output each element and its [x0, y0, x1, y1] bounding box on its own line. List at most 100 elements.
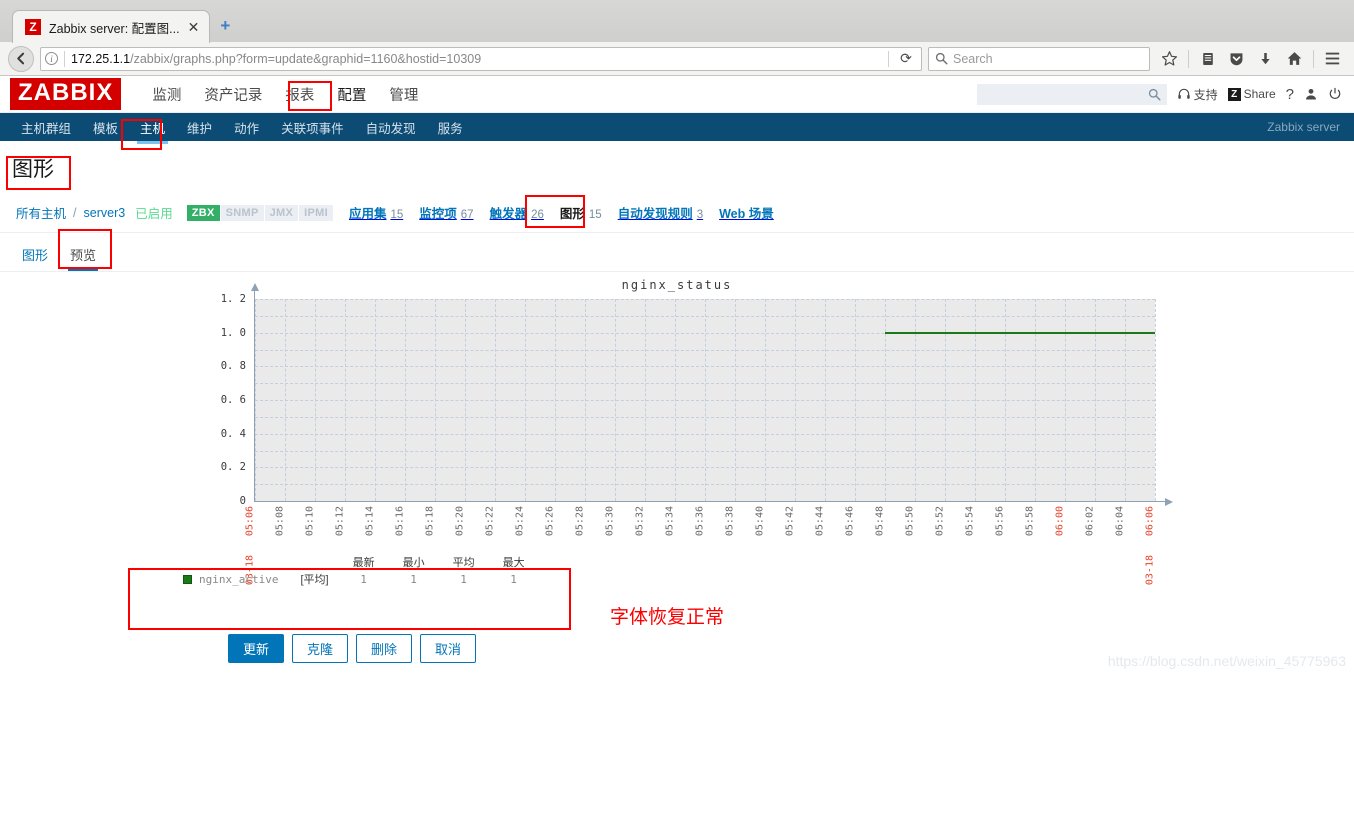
zabbix-logo[interactable]: ZABBIX: [10, 78, 122, 110]
y-tick-label: 1. 0: [220, 326, 246, 339]
power-icon[interactable]: [1328, 87, 1342, 101]
nav-item-monitoring[interactable]: 监测: [141, 76, 192, 113]
nav-item-inventory[interactable]: 资产记录: [193, 76, 273, 113]
x-tick-label: 05:24: [514, 506, 526, 537]
nav-item-configuration[interactable]: 配置: [326, 76, 377, 113]
reload-icon[interactable]: ⟳: [895, 48, 917, 70]
download-icon[interactable]: [1252, 46, 1279, 72]
help-link[interactable]: ?: [1286, 86, 1294, 103]
form-tabs: 图形 预览: [0, 233, 1354, 272]
x-tick-label: 05:38: [724, 506, 736, 537]
breadcrumb-host[interactable]: server3: [80, 204, 130, 222]
subnav-item-templates[interactable]: 模板: [82, 112, 129, 143]
subnav-item-discovery[interactable]: 自动发现: [355, 112, 427, 143]
close-icon[interactable]: ✕: [188, 20, 200, 34]
breadcrumb-discovery-rules[interactable]: 自动发现规则 3: [610, 201, 711, 224]
legend-color-swatch-icon: [183, 575, 192, 584]
zabbix-share-badge-icon: Z: [1227, 87, 1241, 101]
tab-preview[interactable]: 预览: [60, 241, 106, 271]
browser-search-placeholder: Search: [953, 51, 993, 66]
home-icon[interactable]: [1281, 46, 1308, 72]
x-tick-label: 05:58: [1024, 506, 1036, 537]
bookmark-star-icon[interactable]: [1156, 46, 1183, 72]
subnav-item-correlation[interactable]: 关联项事件: [270, 112, 355, 143]
x-axis-date-label: 03-18: [1144, 555, 1156, 586]
legend-series-name-cell: nginx_active: [183, 571, 278, 587]
x-tick-label: 05:36: [694, 506, 706, 537]
user-icon[interactable]: [1304, 87, 1318, 101]
menu-icon[interactable]: [1319, 46, 1346, 72]
gridline-vertical: [1095, 299, 1096, 501]
gridline-vertical: [315, 299, 316, 501]
subnav-item-actions[interactable]: 动作: [223, 112, 270, 143]
x-tick-label: 05:14: [364, 506, 376, 537]
update-button[interactable]: 更新: [228, 634, 285, 663]
gridline-vertical: [795, 299, 796, 501]
clone-button[interactable]: 克隆: [292, 634, 349, 663]
share-label: Share: [1243, 87, 1276, 101]
share-link[interactable]: Z Share: [1227, 87, 1276, 101]
nav-item-administration[interactable]: 管理: [378, 76, 429, 113]
tab-graph[interactable]: 图形: [12, 241, 58, 271]
url-bar[interactable]: i 172.25.1.1/zabbix/graphs.php?form=upda…: [40, 46, 922, 71]
breadcrumb-web-scenarios[interactable]: Web 场景: [711, 201, 786, 224]
pocket-shield-icon[interactable]: [1223, 46, 1250, 72]
gridline-vertical: [885, 299, 886, 501]
breadcrumb-items[interactable]: 监控项 67: [411, 201, 481, 224]
chart-title: nginx_status: [621, 278, 733, 292]
gridline-vertical: [495, 299, 496, 501]
chart-y-axis: [254, 291, 255, 501]
gridline-vertical: [735, 299, 736, 501]
gridline-vertical: [855, 299, 856, 501]
chart-plot-frame: 1. 2 1. 0 0. 8 0. 6 0. 4 0. 20 05:06 03-18 05:0…: [221, 283, 1173, 585]
url-text: 172.25.1.1/zabbix/graphs.php?form=update…: [71, 52, 481, 66]
breadcrumb-items-label: 监控项: [419, 207, 457, 221]
legend-value-min: 1: [410, 572, 417, 586]
search-icon: [935, 52, 948, 65]
breadcrumb-applications-count: 15: [390, 209, 404, 221]
back-button[interactable]: [8, 45, 34, 72]
toolbar-divider-2: [1313, 49, 1314, 68]
header-right-tools: 支持 Z Share ?: [976, 83, 1354, 105]
zabbix-global-search-input[interactable]: [976, 83, 1167, 105]
legend-header-last: 最新: [352, 557, 375, 569]
browser-tab-title: Zabbix server: 配置图...: [49, 21, 180, 36]
support-link[interactable]: 支持: [1177, 86, 1218, 103]
x-tick-label: 05:34: [664, 506, 676, 537]
subnav-item-host-groups[interactable]: 主机群组: [10, 112, 82, 143]
y-tick-label: 0. 6: [220, 394, 246, 406]
browser-tab[interactable]: Z Zabbix server: 配置图... ✕: [12, 10, 211, 43]
x-tick-label: 05:46: [844, 506, 856, 537]
x-tick-label: 05:30: [604, 506, 616, 537]
x-tick-label: 05:26: [544, 506, 556, 537]
legend-header-min: 最小: [402, 557, 425, 569]
breadcrumb-triggers[interactable]: 触发器 26: [482, 201, 552, 224]
x-tick-label: 05:48: [874, 506, 886, 537]
x-tick-label: 05:42: [784, 506, 796, 537]
delete-button[interactable]: 删除: [356, 634, 413, 663]
subnav-item-services[interactable]: 服务: [427, 112, 474, 143]
x-tick-label: 05:12: [334, 506, 346, 537]
form-action-buttons: 更新 克隆 删除 取消: [228, 634, 477, 663]
legend-header-row: 最新 最小 平均 最大: [183, 554, 539, 571]
breadcrumb-graphs[interactable]: 图形 15: [552, 201, 610, 224]
library-icon[interactable]: [1194, 46, 1221, 72]
cancel-button[interactable]: 取消: [420, 634, 477, 663]
x-tick-label: 05:50: [904, 506, 916, 537]
breadcrumb-applications[interactable]: 应用集 15: [341, 201, 411, 224]
x-tick-label: 05:16: [394, 506, 406, 537]
gridline-vertical: [945, 299, 946, 501]
breadcrumb-all-hosts[interactable]: 所有主机: [12, 201, 70, 224]
subnav-item-hosts[interactable]: 主机: [129, 112, 176, 144]
gridline-vertical: [915, 299, 916, 501]
legend-row: nginx_active [平均] 1 1 1 1: [183, 571, 539, 587]
subnav-item-maintenance[interactable]: 维护: [176, 112, 223, 143]
help-icon: ?: [1285, 85, 1294, 103]
zabbix-header: ZABBIX 监测 资产记录 报表 配置 管理 支持 Z Share ?: [0, 76, 1354, 113]
legend-header-max: 最大: [502, 557, 525, 569]
server-name-label: Zabbix server: [1267, 120, 1340, 134]
nav-item-reports[interactable]: 报表: [274, 76, 325, 113]
browser-search-input[interactable]: Search: [928, 46, 1150, 71]
site-info-icon[interactable]: i: [45, 52, 58, 65]
new-tab-button[interactable]: +: [220, 17, 230, 34]
